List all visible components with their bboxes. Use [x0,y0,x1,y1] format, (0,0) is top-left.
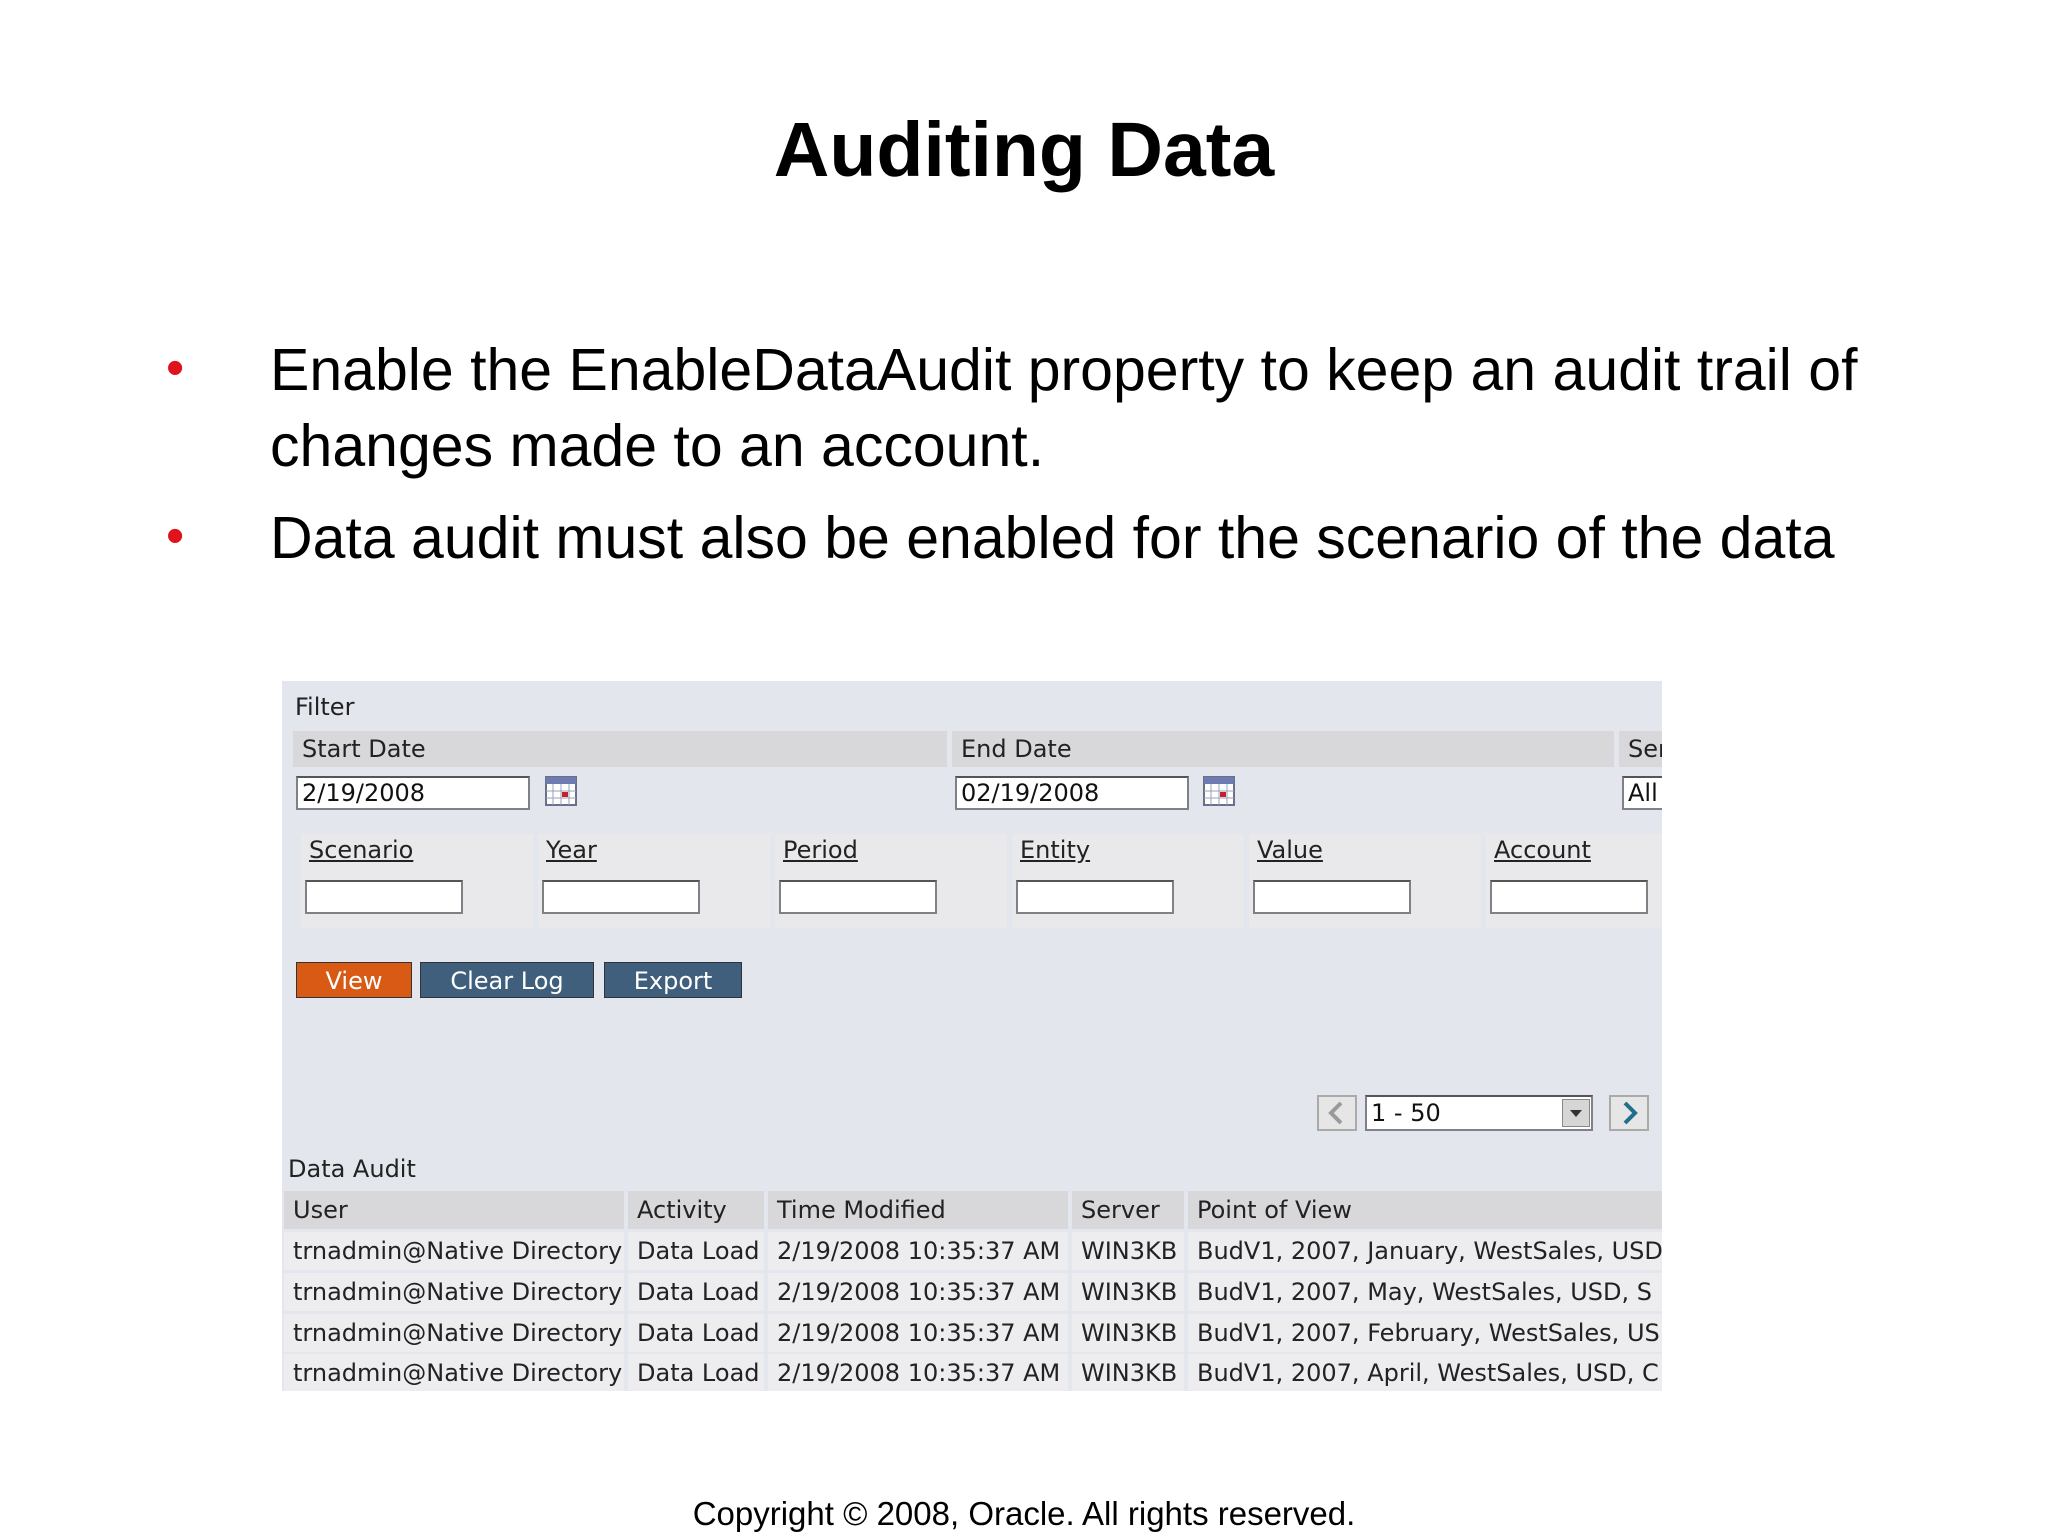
cell-time-modified: 2/19/2008 10:35:37 AM [768,1314,1068,1352]
column-header-activity: Activity [628,1191,764,1229]
page-range-value: 1 - 50 [1371,1099,1441,1127]
account-link[interactable]: Account [1494,836,1591,864]
end-date-calendar-icon[interactable] [1203,776,1235,806]
cell-server: WIN3KB [1072,1273,1184,1311]
cell-user: trnadmin@Native Directory [284,1273,624,1311]
bullet-item: • Data audit must also be enabled for th… [160,500,1920,576]
end-date-label: End Date [961,735,1072,763]
cell-time-modified: 2/19/2008 10:35:37 AM [768,1273,1068,1311]
column-header-point-of-view: Point of View [1188,1191,1662,1229]
cell-time-modified: 2/19/2008 10:35:37 AM [768,1232,1068,1270]
end-date-input[interactable]: 02/19/2008 [955,776,1189,810]
start-date-input[interactable]: 2/19/2008 [296,776,530,810]
cell-user: trnadmin@Native Directory [284,1354,624,1391]
cell-server: WIN3KB [1072,1232,1184,1270]
data-audit-screenshot: Filter Start Date End Date Ser 2/19/2008… [282,681,1662,1391]
cell-user: trnadmin@Native Directory [284,1232,624,1270]
year-input[interactable] [542,880,700,914]
bullet-text: Data audit must also be enabled for the … [270,505,1835,571]
page-range-select[interactable]: 1 - 50 [1365,1095,1593,1131]
cell-activity: Data Load [628,1232,764,1270]
cell-user: trnadmin@Native Directory [284,1314,624,1352]
scenario-input[interactable] [305,880,463,914]
filter-cell-value: Value [1249,834,1481,928]
bullet-text: Enable the EnableDataAudit property to k… [270,337,1858,479]
bullet-dot-icon: • [166,507,185,565]
value-input[interactable] [1253,880,1411,914]
chevron-down-icon[interactable] [1562,1099,1590,1127]
column-header-time-modified: Time Modified [768,1191,1068,1229]
start-date-header: Start Date [293,731,947,767]
cell-time-modified: 2/19/2008 10:35:37 AM [768,1354,1068,1391]
server-header: Ser [1619,731,1662,767]
entity-input[interactable] [1016,880,1174,914]
cell-point-of-view: BudV1, 2007, February, WestSales, US [1188,1314,1662,1352]
period-input[interactable] [779,880,937,914]
filter-cell-account: Account [1486,834,1662,928]
view-button[interactable]: View [296,962,412,998]
column-header-user: User [284,1191,624,1229]
server-label: Ser [1628,735,1662,763]
bullet-item: • Enable the EnableDataAudit property to… [160,332,1920,484]
cell-server: WIN3KB [1072,1314,1184,1352]
next-page-icon[interactable] [1609,1095,1649,1131]
filter-cell-scenario: Scenario [301,834,533,928]
cell-activity: Data Load [628,1314,764,1352]
year-link[interactable]: Year [546,836,597,864]
filter-cell-entity: Entity [1012,834,1244,928]
clear-log-button[interactable]: Clear Log [420,962,594,998]
filter-cell-period: Period [775,834,1007,928]
end-date-header: End Date [952,731,1614,767]
filter-section-label: Filter [295,693,355,721]
slide-title: Auditing Data [773,107,1275,193]
bullet-dot-icon: • [166,339,185,397]
cell-activity: Data Load [628,1354,764,1391]
filter-cell-year: Year [538,834,770,928]
column-header-server: Server [1072,1191,1184,1229]
cell-point-of-view: BudV1, 2007, April, WestSales, USD, C [1188,1354,1662,1391]
cell-server: WIN3KB [1072,1354,1184,1391]
cell-point-of-view: BudV1, 2007, January, WestSales, USD [1188,1232,1662,1270]
account-input[interactable] [1490,880,1648,914]
copyright-footer: Copyright © 2008, Oracle. All rights res… [692,1495,1356,1532]
entity-link[interactable]: Entity [1020,836,1090,864]
period-link[interactable]: Period [783,836,858,864]
previous-page-icon[interactable] [1317,1095,1357,1131]
start-date-calendar-icon[interactable] [545,776,577,806]
cell-point-of-view: BudV1, 2007, May, WestSales, USD, S [1188,1273,1662,1311]
start-date-label: Start Date [302,735,426,763]
bullet-list: • Enable the EnableDataAudit property to… [160,332,1920,592]
cell-activity: Data Load [628,1273,764,1311]
server-select[interactable]: All [1622,776,1662,810]
value-link[interactable]: Value [1257,836,1323,864]
data-audit-section-label: Data Audit [288,1155,416,1183]
scenario-link[interactable]: Scenario [309,836,413,864]
export-button[interactable]: Export [604,962,742,998]
